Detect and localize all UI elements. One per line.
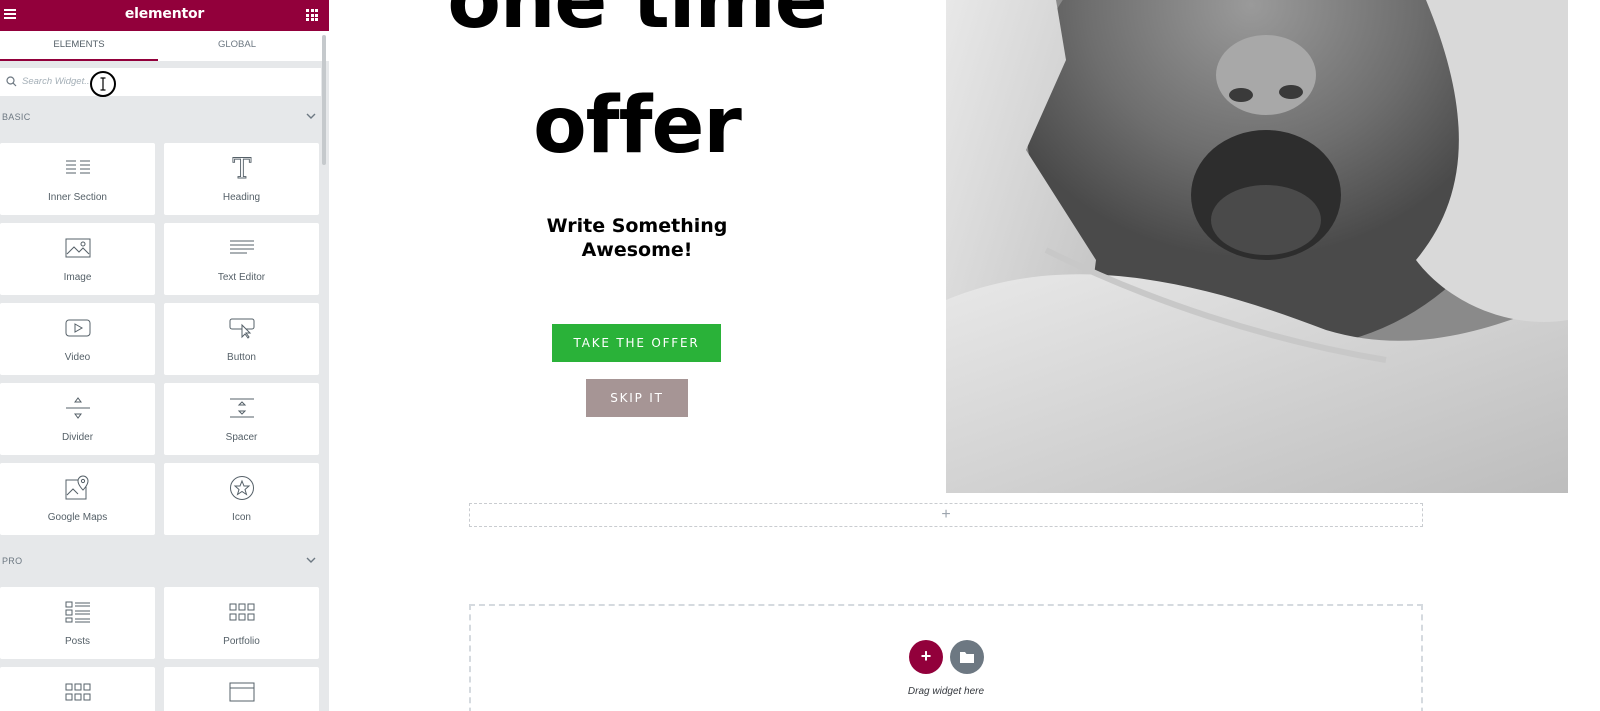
elementor-logo: elementor [124, 6, 205, 22]
plus-icon[interactable]: + [470, 506, 1422, 524]
add-new-section-button[interactable]: + [909, 640, 943, 674]
baby-photo[interactable] [946, 0, 1568, 493]
headline-line-2[interactable]: offer [409, 81, 865, 171]
widget-label: Spacer [225, 432, 258, 443]
baby-photo-image [946, 0, 1568, 493]
google-maps-icon [65, 475, 89, 500]
panel-scrollbar[interactable] [322, 35, 326, 165]
widget-label: Heading [222, 192, 261, 203]
widget-label: Icon [232, 512, 251, 523]
tab-global[interactable]: GLOBAL [158, 31, 316, 61]
widget-label: Divider [61, 432, 94, 443]
template-icon [229, 682, 254, 702]
search-widget-field[interactable]: Search Widget... [0, 68, 321, 96]
posts-icon [65, 601, 90, 623]
editor-canvas: one time offer Write Something Awesome! … [329, 0, 1600, 711]
heading-icon: T [232, 155, 252, 181]
headline-line-1[interactable]: one time [409, 0, 865, 46]
widget-text-editor[interactable]: Text Editor [164, 223, 319, 295]
star-icon [229, 476, 254, 500]
widget-spacer[interactable]: Spacer [164, 383, 319, 455]
widget-label: Portfolio [223, 636, 260, 647]
folder-icon [960, 652, 974, 663]
widget-video[interactable]: Video [0, 303, 155, 375]
drag-widget-hint: Drag widget here [907, 686, 985, 697]
widget-label: Button [227, 352, 256, 363]
search-icon [6, 76, 17, 87]
text-cursor-icon [90, 71, 116, 97]
widget-divider[interactable]: Divider [0, 383, 155, 455]
chevron-down-icon[interactable] [306, 112, 316, 120]
subheading[interactable]: Write Something Awesome! [499, 214, 775, 262]
widget-portfolio[interactable]: Portfolio [164, 587, 319, 659]
inner-section-icon [65, 160, 90, 174]
video-icon [65, 319, 90, 337]
widget-inner-section[interactable]: Inner Section [0, 143, 155, 215]
tab-elements[interactable]: ELEMENTS [0, 31, 158, 61]
widgets-grid-icon[interactable] [306, 9, 318, 21]
take-offer-button[interactable]: TAKE THE OFFER [552, 324, 721, 362]
widget-button[interactable]: Button [164, 303, 319, 375]
add-template-button[interactable] [950, 640, 984, 674]
widget-label: Text Editor [217, 272, 266, 283]
widget-icon[interactable]: Icon [164, 463, 319, 535]
widget-image[interactable]: Image [0, 223, 155, 295]
widget-gallery[interactable] [0, 667, 155, 711]
add-section-row[interactable]: + [469, 503, 1423, 527]
panel-header: elementor [0, 0, 329, 31]
gallery-icon [65, 683, 90, 701]
widget-label: Posts [64, 636, 90, 647]
search-input[interactable]: Search Widget... [22, 76, 92, 87]
elementor-panel: elementor ELEMENTS GLOBAL Search Widget.… [0, 0, 329, 711]
section-title-basic: BASIC [2, 112, 31, 122]
text-editor-icon [229, 240, 254, 254]
spacer-icon [229, 398, 254, 418]
section-title-pro: PRO [2, 556, 23, 566]
widget-label: Google Maps [47, 512, 108, 523]
widget-label: Video [64, 352, 91, 363]
image-icon [65, 238, 90, 258]
panel-tabs: ELEMENTS GLOBAL [0, 31, 329, 61]
button-icon [229, 318, 254, 339]
widget-heading[interactable]: T Heading [164, 143, 319, 215]
skip-button[interactable]: SKIP IT [586, 379, 688, 417]
widget-template[interactable] [164, 667, 319, 711]
chevron-down-icon[interactable] [306, 556, 316, 564]
drop-zone[interactable]: + Drag widget here [469, 604, 1423, 711]
widget-label: Inner Section [48, 192, 107, 203]
divider-icon [65, 397, 90, 419]
svg-text:T: T [232, 155, 251, 181]
widget-label: Image [63, 272, 92, 283]
widget-posts[interactable]: Posts [0, 587, 155, 659]
portfolio-icon [229, 603, 254, 621]
widget-google-maps[interactable]: Google Maps [0, 463, 155, 535]
